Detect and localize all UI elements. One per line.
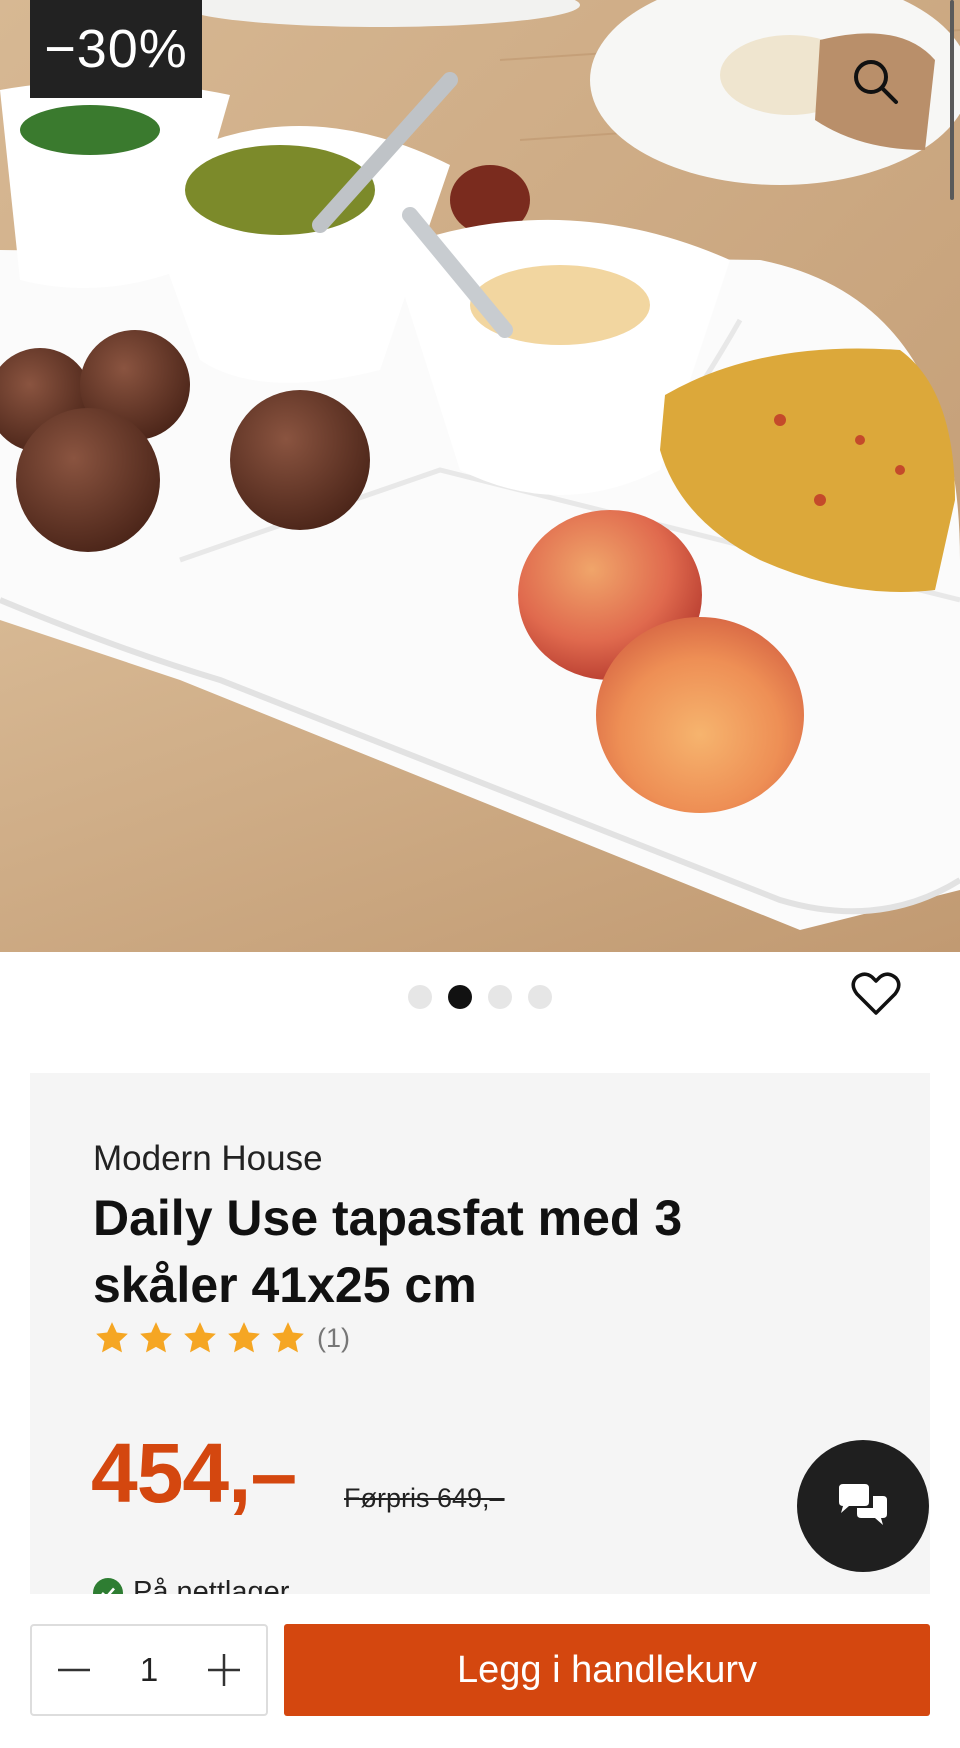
quantity-value[interactable]: 1 [140, 1651, 158, 1689]
search-icon [854, 60, 898, 104]
brand-name[interactable]: Modern House [93, 1139, 323, 1179]
star-icon [272, 1322, 304, 1353]
star-icon [228, 1322, 260, 1353]
scrollbar[interactable] [950, 0, 954, 200]
heart-icon [851, 972, 901, 1015]
product-image[interactable]: −30% [0, 0, 960, 952]
quantity-stepper: 1 [30, 1624, 268, 1716]
zoom-button[interactable] [846, 52, 906, 112]
chat-button[interactable] [797, 1440, 929, 1572]
stock-status: På nettlager [93, 1576, 289, 1595]
star-icon [184, 1322, 216, 1353]
product-info-card: Modern House Daily Use tapasfat med 3 sk… [30, 1073, 930, 1595]
previous-price: Førpris 649,– [344, 1483, 505, 1513]
product-title: Daily Use tapasfat med 3 skåler 41x25 cm [93, 1190, 683, 1313]
add-to-cart-button[interactable]: Legg i handlekurv [284, 1624, 930, 1716]
gallery-dot[interactable] [408, 985, 432, 1009]
decrease-quantity-button[interactable] [54, 1650, 94, 1690]
wishlist-button[interactable] [850, 968, 902, 1020]
check-icon [93, 1577, 123, 1595]
gallery-dot[interactable] [528, 985, 552, 1009]
stock-label: På nettlager [133, 1576, 290, 1595]
current-price: 454,– [91, 1426, 297, 1520]
gallery-pagination [408, 985, 552, 1009]
chat-icon [839, 1484, 887, 1525]
gallery-dot[interactable] [488, 985, 512, 1009]
product-photo [0, 0, 960, 952]
product-rating[interactable]: (1) [93, 1319, 350, 1357]
star-icon [140, 1322, 172, 1353]
star-icon [96, 1322, 128, 1353]
gallery-dot-active[interactable] [448, 985, 472, 1009]
minus-icon [58, 1668, 90, 1672]
discount-badge: −30% [30, 0, 202, 98]
plus-icon [207, 1654, 240, 1686]
add-to-cart-bar: 1 Legg i handlekurv [0, 1594, 960, 1748]
rating-count: (1) [317, 1322, 350, 1353]
increase-quantity-button[interactable] [204, 1650, 244, 1690]
